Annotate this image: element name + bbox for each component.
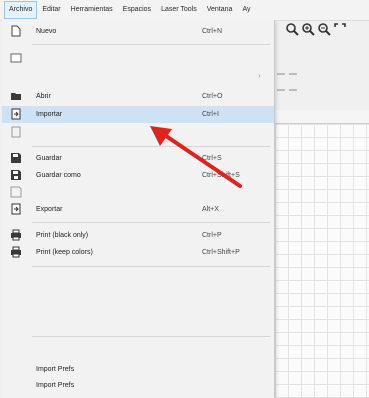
menu-archivo[interactable]: Archivo [4, 1, 38, 19]
menu-item-shortcut: Ctrl+O [202, 93, 223, 100]
horizontal-ruler [275, 110, 369, 124]
position-fields-row [275, 68, 369, 80]
size-fields-row [275, 84, 369, 96]
menu-divider [32, 266, 270, 267]
save-copy-icon [10, 186, 22, 198]
menu-item-print-black[interactable]: Print (black only) Ctrl+P [2, 227, 274, 244]
menu-item-import-prefs[interactable]: Import Prefs [2, 361, 274, 378]
menu-item-import-prefs-2[interactable]: Import Prefs [2, 377, 274, 394]
menu-item-abrir[interactable]: Abrir Ctrl+O [2, 88, 274, 105]
menu-ventana[interactable]: Ventana [202, 0, 238, 20]
save-icon [11, 153, 21, 163]
menu-item-label: Print (keep colors) [36, 249, 93, 256]
menu-bar: Archivo Editar Herramientas Espacios Las… [0, 0, 369, 21]
save-as-icon [11, 170, 21, 180]
menu-item-print-colors[interactable]: Print (keep colors) Ctrl+Shift+P [2, 244, 274, 261]
menu-item-label: Importar [36, 111, 63, 118]
menu-item-label: Import Prefs [36, 366, 75, 373]
drawing-canvas[interactable] [275, 124, 369, 398]
y-field[interactable] [277, 89, 285, 91]
chevron-right-icon: › [258, 71, 261, 80]
menu-laser-tools[interactable]: Laser Tools [156, 0, 202, 20]
menu-item-importar[interactable]: Importar Ctrl+I [2, 106, 274, 123]
window-icon [10, 53, 22, 63]
zoom-out-icon[interactable] [317, 22, 331, 36]
menu-espacios[interactable]: Espacios [118, 0, 156, 20]
menu-item-shortcut: Ctrl+Shift+P [202, 249, 240, 256]
menu-item-exportar[interactable]: Exportar Alt+X [2, 201, 274, 218]
menu-item-shortcut: Ctrl+I [202, 111, 219, 118]
menu-item-save-font-capture[interactable] [2, 315, 274, 332]
export-icon [11, 203, 21, 215]
menu-item-shortcut: Ctrl+N [202, 28, 223, 35]
menu-editar[interactable]: Editar [37, 0, 65, 20]
menu-item-label: Guardar como [36, 172, 81, 179]
menu-divider [32, 44, 270, 45]
x-field[interactable] [277, 73, 285, 75]
menu-divider [32, 336, 270, 337]
w-field[interactable] [289, 73, 297, 75]
menu-item-label: Import Prefs [36, 382, 75, 389]
menu-divider [32, 222, 270, 223]
menu-item-recent[interactable]: › [2, 67, 274, 84]
menu-herramientas[interactable]: Herramientas [66, 0, 118, 20]
document-icon [11, 126, 21, 138]
menu-item-guardar-como[interactable]: Guardar como Ctrl+Shift+S [2, 167, 274, 184]
zoom-icon[interactable] [285, 22, 299, 36]
archivo-dropdown-menu: Nuevo Ctrl+N › Abrir Ctrl+O Importar Ctr… [2, 20, 275, 398]
printer-icon [11, 229, 21, 241]
menu-item-shortcut: Ctrl+Shift+S [202, 172, 240, 179]
zoom-toolbar [275, 20, 369, 38]
import-icon [11, 108, 21, 120]
menu-item-new-window[interactable] [2, 50, 274, 67]
zoom-in-icon[interactable] [301, 22, 315, 36]
new-file-icon [11, 25, 21, 37]
h-field[interactable] [289, 89, 297, 91]
menu-item-nuevo[interactable]: Nuevo Ctrl+N [2, 23, 274, 40]
menu-item-label: Abrir [36, 93, 51, 100]
menu-item-guardar[interactable]: Guardar Ctrl+S [2, 150, 274, 167]
menu-item-shortcut: Alt+X [202, 206, 219, 213]
menu-ayuda[interactable]: Ay [237, 0, 255, 20]
menu-divider [32, 146, 270, 147]
menu-item-label: Exportar [36, 206, 63, 213]
menu-item-label: Guardar [36, 155, 62, 162]
printer-color-icon [11, 246, 21, 258]
menu-item-save-layer[interactable] [2, 295, 274, 312]
open-folder-icon [11, 93, 21, 100]
menu-item-shortcut: Ctrl+S [202, 155, 222, 162]
menu-item-label: Nuevo [36, 28, 57, 35]
zoom-fit-icon[interactable] [333, 22, 347, 36]
menu-item-disabled [2, 124, 274, 141]
menu-item-save-copy [2, 184, 274, 201]
menu-item-label: Print (black only) [36, 232, 89, 239]
menu-item-shortcut: Ctrl+P [202, 232, 222, 239]
